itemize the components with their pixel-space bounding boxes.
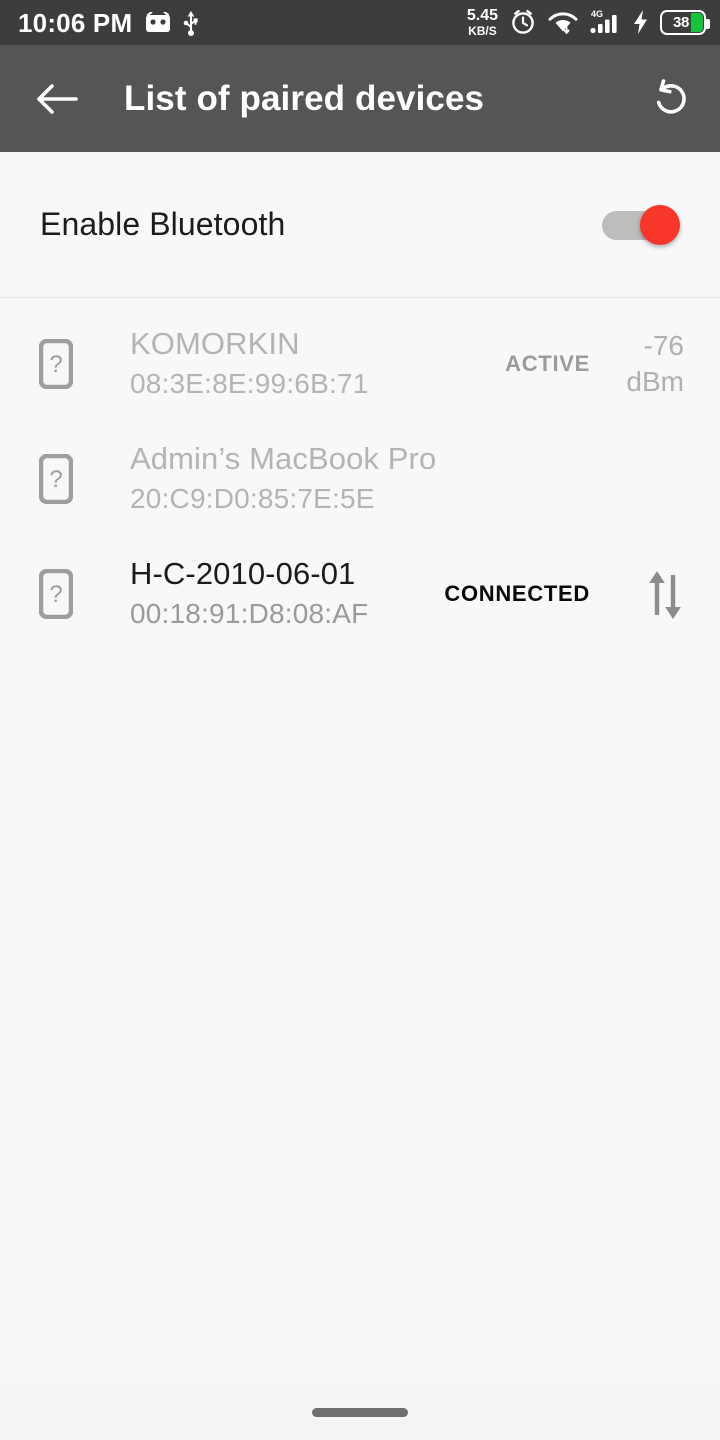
navigation-bar (0, 1385, 720, 1440)
status-bar: 10:06 PM 5.45 KB/S 4G 38 (0, 0, 720, 45)
device-info: KOMORKIN 08:3E:8E:99:6B:71 (130, 325, 368, 402)
device-mac-address: 08:3E:8E:99:6B:71 (130, 367, 369, 399)
wifi-icon (548, 10, 578, 35)
network-speed-indicator: 5.45 KB/S (466, 7, 498, 38)
svg-text:?: ? (49, 581, 62, 608)
unknown-device-icon: ? (34, 568, 78, 619)
enable-bluetooth-switch[interactable] (602, 204, 680, 245)
table-row[interactable]: ? H-C-2010-06-01 00:18:91:D8:08:AF CONNE… (0, 536, 720, 651)
paired-device-list: ? KOMORKIN 08:3E:8E:99:6B:71 ACTIVE -76 … (0, 298, 720, 651)
alarm-clock-icon (509, 8, 537, 36)
device-mac-address: 00:18:91:D8:08:AF (130, 597, 369, 629)
device-name: H-C-2010-06-01 (130, 556, 356, 592)
enable-bluetooth-row[interactable]: Enable Bluetooth (0, 152, 720, 298)
content-area: Enable Bluetooth ? KOMORKIN 08:3E:8E:99:… (0, 152, 720, 1440)
status-bar-clock: 10:06 PM (18, 7, 133, 38)
svg-text:?: ? (49, 351, 62, 378)
battery-percent: 38 (672, 13, 690, 31)
android-head-icon (145, 11, 171, 34)
svg-text:4G: 4G (591, 9, 603, 19)
unknown-device-icon: ? (34, 453, 78, 504)
device-mac-address: 20:C9:D0:85:7E:5E (130, 482, 375, 514)
status-badge: CONNECTED (444, 580, 590, 606)
app-bar: List of paired devices (0, 45, 720, 152)
back-button[interactable] (34, 81, 78, 117)
status-badge: ACTIVE (505, 350, 590, 376)
switch-thumb (640, 204, 680, 245)
table-row[interactable]: ? KOMORKIN 08:3E:8E:99:6B:71 ACTIVE -76 … (0, 306, 720, 421)
network-speed-value: 5.45 (466, 7, 498, 25)
usb-icon (183, 10, 199, 36)
table-row[interactable]: ? Admin’s MacBook Pro 20:C9:D0:85:7E:5E (0, 421, 720, 536)
transfer-up-down-icon[interactable] (612, 567, 684, 621)
device-info: Admin’s MacBook Pro 20:C9:D0:85:7E:5E (130, 440, 436, 517)
home-gesture-pill[interactable] (312, 1408, 408, 1417)
device-info: H-C-2010-06-01 00:18:91:D8:08:AF (130, 555, 368, 632)
device-name: KOMORKIN (130, 326, 300, 362)
mobile-signal-4g-icon: 4G (589, 8, 621, 36)
charging-bolt-icon (632, 9, 649, 35)
phone-screen: 10:06 PM 5.45 KB/S 4G 38 List of paired … (0, 0, 720, 1440)
battery-indicator: 38 (660, 9, 710, 35)
svg-text:?: ? (49, 466, 62, 493)
enable-bluetooth-label: Enable Bluetooth (40, 206, 286, 242)
rssi-value: -76 (643, 329, 684, 361)
device-name: Admin’s MacBook Pro (130, 441, 437, 477)
unknown-device-icon: ? (34, 338, 78, 389)
rssi-unit: dBm (626, 365, 684, 397)
signal-strength: -76 dBm (612, 328, 684, 400)
network-speed-unit: KB/S (468, 23, 497, 38)
page-title: List of paired devices (124, 78, 485, 118)
refresh-button[interactable] (648, 76, 694, 122)
battery-fill (691, 12, 703, 32)
